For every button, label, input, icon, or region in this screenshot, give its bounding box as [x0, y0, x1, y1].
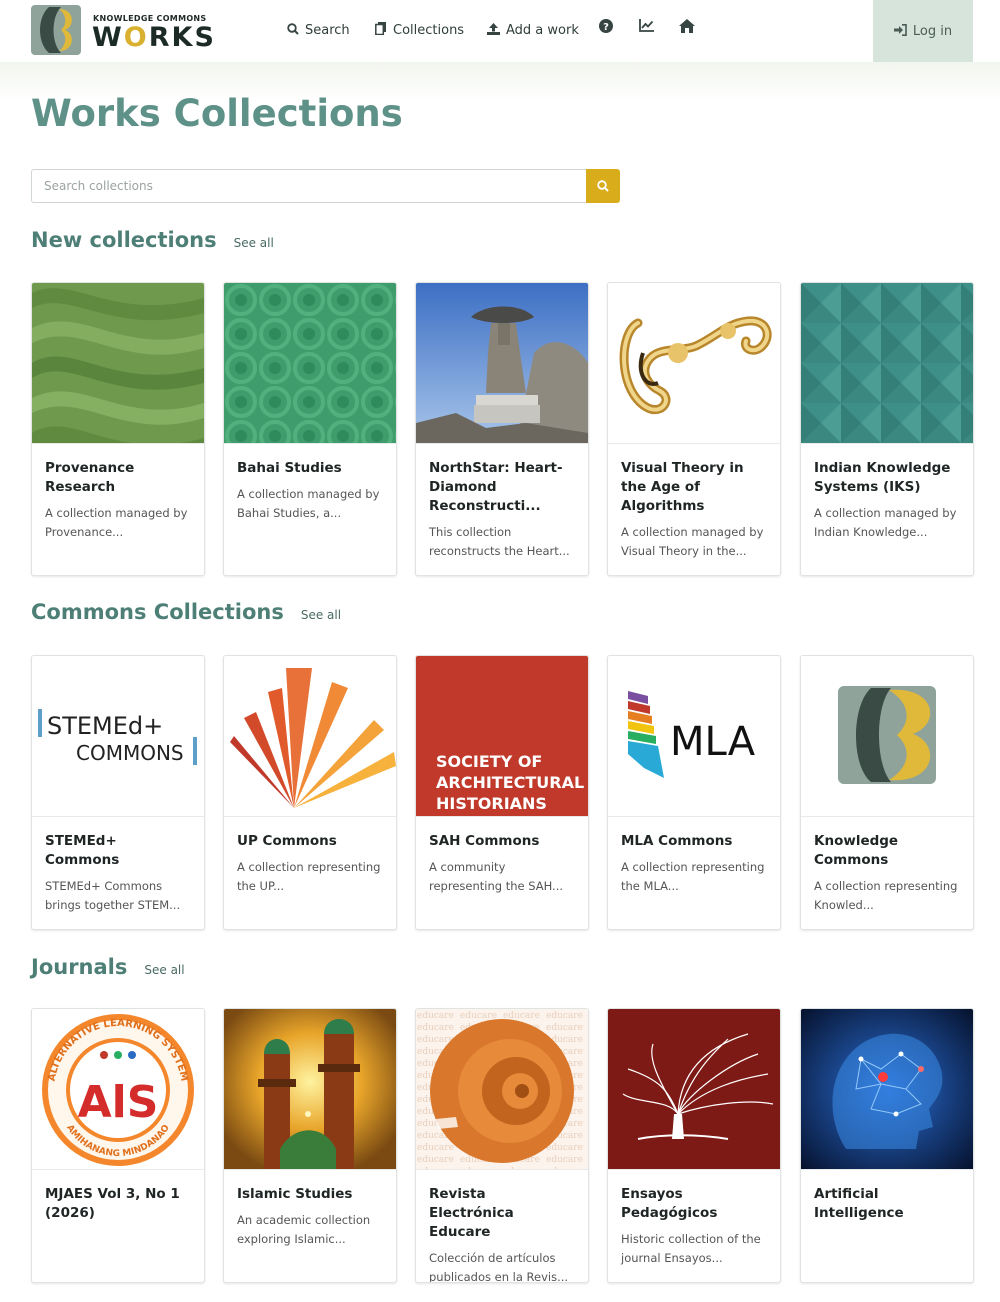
search-button[interactable] [586, 169, 620, 203]
card-image: SOCIETY OF ARCHITECTURAL HISTORIANS [416, 656, 588, 817]
card-description: A collection managed by Visual Theory in… [621, 525, 764, 558]
section-commons-collections: Commons Collections See all [31, 600, 341, 624]
card-image [801, 656, 973, 817]
section-journals: Journals See all [31, 955, 185, 979]
login-button[interactable]: Log in [873, 0, 973, 62]
collections-search [31, 169, 620, 203]
card-title: MJAES Vol 3, No 1 (2026) [45, 1186, 180, 1221]
nav-add-work[interactable]: Add a work [487, 20, 579, 40]
card-description: This collection reconstructs the Heart..… [429, 525, 570, 558]
card-image [801, 283, 973, 444]
logo-wordmark: WORKS [92, 22, 216, 53]
card-description: A collection representing the UP... [237, 860, 381, 893]
see-all-link[interactable]: See all [144, 963, 184, 977]
collection-card[interactable]: Islamic Studies An academic collection e… [223, 1008, 397, 1283]
sign-in-icon [893, 23, 907, 39]
card-image [608, 283, 780, 444]
card-image: ALTERNATIVE LEARNING SYSTEM AMIHANANG MI… [32, 1009, 204, 1170]
card-description: A collection managed by Bahai Studies, a… [237, 487, 380, 520]
section-title: Journals [31, 955, 128, 979]
card-image [224, 656, 396, 817]
card-image [224, 283, 396, 444]
card-title: NorthStar: Heart-Diamond Reconstructi... [429, 460, 563, 514]
collection-card[interactable]: Knowledge Commons A collection represent… [800, 655, 974, 930]
card-image: educare [416, 1009, 588, 1170]
collection-card[interactable]: NorthStar: Heart-Diamond Reconstructi...… [415, 282, 589, 576]
question-circle-icon[interactable]: ? [599, 19, 613, 37]
image-text: AlS [78, 1077, 159, 1128]
collection-card[interactable]: Artificial Intelligence [800, 1008, 974, 1283]
collection-card[interactable]: SOCIETY OF ARCHITECTURAL HISTORIANS SAH … [415, 655, 589, 930]
site-logo[interactable]: KNOWLEDGE COMMONS WORKS [31, 5, 231, 55]
collection-card[interactable]: Provenance Research A collection managed… [31, 282, 205, 576]
nav-search[interactable]: Search [287, 20, 350, 40]
section-title: Commons Collections [31, 600, 284, 624]
card-title: Provenance Research [45, 460, 135, 495]
collection-card[interactable]: MLA MLA Commons A collection representin… [607, 655, 781, 930]
collection-card[interactable]: Ensayos Pedagógicos Historic collection … [607, 1008, 781, 1283]
image-text: COMMONS [76, 741, 184, 765]
collection-card[interactable]: UP Commons A collection representing the… [223, 655, 397, 930]
card-title: MLA Commons [621, 833, 733, 849]
card-title: STEMEd+ Commons [45, 833, 120, 868]
chart-line-icon[interactable] [639, 19, 654, 36]
collection-card[interactable]: ALTERNATIVE LEARNING SYSTEM AMIHANANG MI… [31, 1008, 205, 1283]
card-image [801, 1009, 973, 1170]
copy-icon [375, 22, 387, 38]
card-description: A collection representing the MLA... [621, 860, 765, 893]
card-image [32, 283, 204, 444]
card-title: SAH Commons [429, 833, 540, 849]
card-title: UP Commons [237, 833, 337, 849]
collection-card[interactable]: educare Revista Electrónica Educare Cole… [415, 1008, 589, 1283]
card-description: A collection representing Knowled... [814, 879, 958, 912]
card-image [608, 1009, 780, 1170]
image-text: SOCIETY OF [436, 752, 542, 771]
svg-text:?: ? [603, 22, 609, 33]
logo-mark [31, 5, 81, 55]
card-title: Bahai Studies [237, 460, 342, 476]
card-description: Historic collection of the journal Ensay… [621, 1232, 761, 1265]
card-description: A collection managed by Provenance... [45, 506, 188, 539]
collection-card[interactable]: Visual Theory in the Age of Algorithms A… [607, 282, 781, 576]
card-description: Colección de artículos publicados en la … [429, 1251, 569, 1283]
card-title: Visual Theory in the Age of Algorithms [621, 460, 744, 514]
search-icon [287, 22, 299, 38]
collection-card[interactable]: Indian Knowledge Systems (IKS) A collect… [800, 282, 974, 576]
card-image: STEMEd+ COMMONS [32, 656, 204, 817]
image-text: ARCHITECTURAL [436, 773, 584, 792]
image-text: HISTORIANS [436, 794, 547, 813]
image-text: MLA [670, 719, 756, 765]
card-title: Artificial Intelligence [814, 1186, 904, 1221]
card-title: Ensayos Pedagógicos [621, 1186, 718, 1221]
page-title: Works Collections [31, 92, 403, 135]
section-title: New collections [31, 228, 217, 252]
card-image: MLA [608, 656, 780, 817]
card-description: STEMEd+ Commons brings together STEM... [45, 879, 181, 912]
see-all-link[interactable]: See all [234, 236, 274, 250]
card-description: A collection managed by Indian Knowledge… [814, 506, 957, 539]
upload-icon [487, 22, 500, 38]
card-title: Indian Knowledge Systems (IKS) [814, 460, 951, 495]
see-all-link[interactable]: See all [301, 608, 341, 622]
search-input[interactable] [31, 169, 586, 203]
section-new-collections: New collections See all [31, 228, 274, 252]
card-image [416, 283, 588, 444]
card-image [224, 1009, 396, 1170]
card-title: Islamic Studies [237, 1186, 353, 1202]
nav-collections[interactable]: Collections [375, 20, 464, 40]
card-title: Revista Electrónica Educare [429, 1186, 514, 1240]
card-description: An academic collection exploring Islamic… [237, 1213, 371, 1246]
collection-card[interactable]: STEMEd+ COMMONS STEMEd+ Commons STEMEd+ … [31, 655, 205, 930]
card-title: Knowledge Commons [814, 833, 899, 868]
card-description: A community representing the SAH... [429, 860, 564, 893]
site-header: KNOWLEDGE COMMONS WORKS Search Collectio… [0, 0, 1000, 62]
search-icon [597, 177, 609, 196]
home-icon[interactable] [679, 19, 695, 37]
image-text: STEMEd+ [47, 712, 163, 740]
collection-card[interactable]: Bahai Studies A collection managed by Ba… [223, 282, 397, 576]
